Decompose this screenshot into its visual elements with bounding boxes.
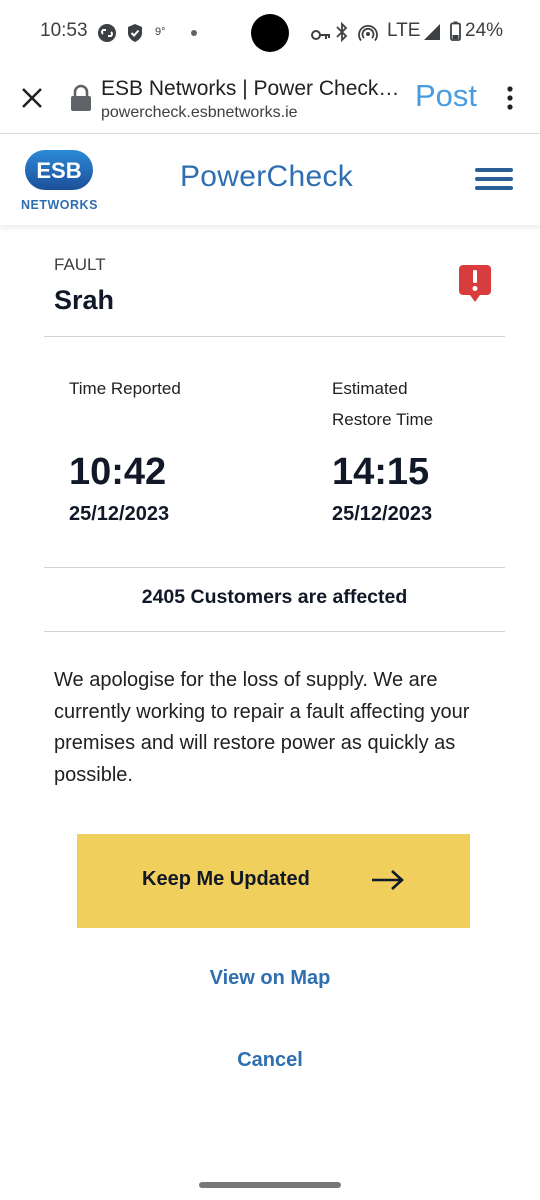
camera-cutout xyxy=(251,14,289,52)
divider xyxy=(44,336,505,337)
arrow-right-icon[interactable] xyxy=(370,868,406,892)
brand-title: PowerCheck xyxy=(180,160,354,193)
time-reported-label: Time Reported xyxy=(69,379,181,398)
network-type: LTE xyxy=(387,20,421,41)
post-button[interactable]: Post xyxy=(415,78,477,114)
divider xyxy=(44,631,505,632)
bluetooth-icon xyxy=(336,22,348,42)
battery-level: 24% xyxy=(465,20,504,41)
cancel-link[interactable]: Cancel xyxy=(0,1049,540,1072)
logo-networks-text: NETWORKS xyxy=(21,198,98,212)
keep-me-updated-label[interactable]: Keep Me Updated xyxy=(142,868,310,891)
reported-time: 10:42 xyxy=(69,451,167,493)
lock-icon[interactable] xyxy=(70,84,92,112)
fault-type-label: FAULT xyxy=(54,255,106,274)
fault-message: We apologise for the loss of supply. We … xyxy=(54,669,470,786)
signal-icon xyxy=(424,24,440,40)
status-time: 10:53 xyxy=(40,20,88,41)
menu-icon[interactable] xyxy=(475,166,515,192)
home-indicator[interactable] xyxy=(199,1182,341,1188)
restore-label-line1: Estimated xyxy=(332,379,408,398)
restore-date: 25/12/2023 xyxy=(332,503,433,525)
battery-icon xyxy=(450,21,461,41)
more-options-icon[interactable] xyxy=(506,86,514,110)
esb-logo[interactable]: ESB xyxy=(24,148,94,192)
restore-label-line2: Restore Time xyxy=(332,410,434,429)
notification-dot-icon xyxy=(191,30,197,36)
divider xyxy=(44,567,505,568)
page-title: ESB Networks | Power Check |... xyxy=(101,77,401,100)
weather-temp: 9° xyxy=(155,26,166,38)
shield-icon xyxy=(128,24,142,42)
page-url[interactable]: powercheck.esbnetworks.ie xyxy=(101,104,298,122)
alert-icon xyxy=(459,265,491,302)
customers-affected: 2405 Customers are affected xyxy=(141,586,408,608)
logo-text: ESB xyxy=(36,158,81,183)
fault-location: Srah xyxy=(54,285,115,315)
key-icon xyxy=(311,30,330,40)
reported-date: 25/12/2023 xyxy=(69,503,170,525)
view-on-map-link[interactable]: View on Map xyxy=(0,967,540,990)
link-icon xyxy=(98,24,116,42)
hotspot-icon xyxy=(358,25,378,42)
restore-time: 14:15 xyxy=(332,451,430,493)
close-icon[interactable] xyxy=(21,87,43,109)
